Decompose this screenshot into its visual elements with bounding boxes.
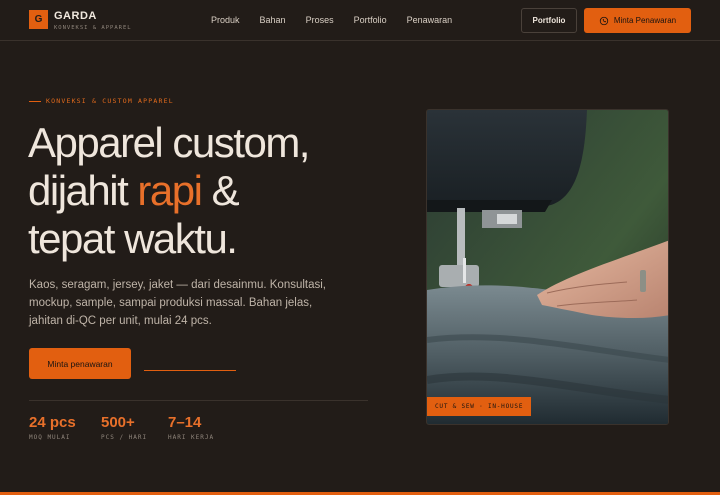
nav-item-portfolio[interactable]: Portfolio <box>354 15 387 25</box>
request-quote-label: Minta Penawaran <box>613 16 677 25</box>
stat-label: MOQ MULAI <box>29 434 71 441</box>
headline-line-3: tepat waktu. <box>28 215 238 262</box>
whatsapp-icon <box>599 16 609 25</box>
stat-lead-time: 7–14 HARI KERJA <box>168 414 214 441</box>
sewing-machine-photo <box>426 109 669 425</box>
stat-value: 7–14 <box>168 414 202 431</box>
hero-headline: Apparel custom, dijahit rapi & tepat wak… <box>28 119 408 263</box>
nav-item-proses[interactable]: Proses <box>306 15 334 25</box>
headline-accent: rapi <box>137 167 203 214</box>
stat-capacity: 500+ PCS / HARI <box>101 414 147 441</box>
headline-line-1: Apparel custom, <box>28 119 310 166</box>
request-quote-primary-button[interactable]: Minta penawaran <box>29 348 131 379</box>
main-nav: Produk Bahan Proses Portfolio Penawaran <box>211 15 472 25</box>
portfolio-button[interactable]: Portfolio <box>521 8 577 33</box>
eyebrow-rule <box>29 100 41 102</box>
stat-label: HARI KERJA <box>168 434 215 441</box>
photo-badge: CUT & SEW · IN-HOUSE <box>427 397 532 416</box>
hero-eyebrow: KONVEKSI & CUSTOM APPAREL <box>29 97 174 105</box>
stat-value: 500+ <box>101 414 135 431</box>
stat-moq: 24 pcs MOQ MULAI <box>29 414 76 441</box>
site-header: G GARDA KONVEKSI & APPAREL Produk Bahan … <box>0 0 720 41</box>
hero-description: Kaos, seragam, jersey, jaket — dari desa… <box>29 279 327 327</box>
sewing-photo-illustration <box>427 110 668 424</box>
stat-label: PCS / HARI <box>101 434 148 441</box>
headline-line-2-pre: dijahit <box>28 167 138 214</box>
logo[interactable]: G <box>29 10 48 29</box>
nav-item-produk[interactable]: Produk <box>211 15 240 25</box>
headline-line-2-post: & <box>201 167 240 214</box>
stat-value: 24 pcs <box>29 414 76 431</box>
nav-item-penawaran[interactable]: Penawaran <box>407 15 453 25</box>
secondary-link[interactable] <box>144 355 236 371</box>
brand-tagline: KONVEKSI & APPAREL <box>54 25 132 31</box>
brand-name[interactable]: GARDA <box>54 10 97 22</box>
eyebrow-text: KONVEKSI & CUSTOM APPAREL <box>46 97 174 105</box>
nav-item-bahan[interactable]: Bahan <box>260 15 286 25</box>
request-quote-button[interactable]: Minta Penawaran <box>584 8 691 33</box>
stats-divider <box>29 400 368 401</box>
